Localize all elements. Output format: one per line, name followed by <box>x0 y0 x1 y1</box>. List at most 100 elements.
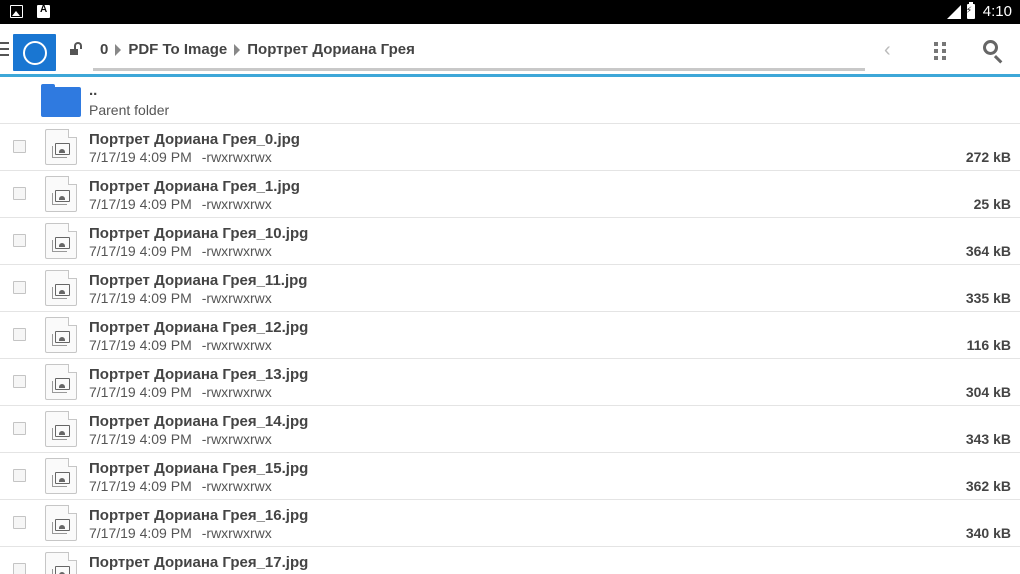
image-file-icon <box>45 270 77 306</box>
file-row[interactable]: Портрет Дориана Грея_10.jpg 7/17/19 4:09 … <box>0 218 1020 265</box>
image-file-icon <box>45 505 77 541</box>
file-size: 364 kB <box>965 243 1011 259</box>
file-meta: 7/17/19 4:09 PM -rwxrwxrwx <box>89 243 272 259</box>
file-name: Портрет Дориана Грея_12.jpg <box>89 319 309 336</box>
file-name: Портрет Дориана Грея_16.jpg <box>89 507 309 524</box>
circle-icon <box>22 40 47 65</box>
file-name: Портрет Дориана Грея_11.jpg <box>89 272 308 289</box>
select-checkbox[interactable] <box>13 563 26 574</box>
file-name: Портрет Дориана Грея_17.jpg <box>89 554 309 571</box>
file-name: Портрет Дориана Грея_14.jpg <box>89 413 309 430</box>
file-permissions: -rwxrwxrwx <box>201 290 272 306</box>
file-permissions: -rwxrwxrwx <box>201 337 272 353</box>
file-permissions: -rwxrwxrwx <box>201 431 272 447</box>
file-size: 272 kB <box>965 149 1011 165</box>
file-row[interactable]: Портрет Дориана Грея_11.jpg 7/17/19 4:09 … <box>0 265 1020 312</box>
file-name: Портрет Дориана Грея_1.jpg <box>89 178 300 195</box>
file-name: Портрет Дориана Грея_13.jpg <box>89 366 309 383</box>
file-meta: 7/17/19 4:09 PM -rwxrwxrwx <box>89 337 272 353</box>
image-file-icon <box>45 458 77 494</box>
file-size: 343 kB <box>965 431 1011 447</box>
select-checkbox[interactable] <box>13 140 26 153</box>
a-icon: A <box>37 4 50 18</box>
file-permissions: -rwxrwxrwx <box>201 525 272 541</box>
breadcrumb-scrollbar[interactable] <box>93 68 865 71</box>
file-meta: 7/17/19 4:09 PM -rwxrwxrwx <box>89 290 272 306</box>
system-icons: 4:10 <box>946 2 1012 20</box>
battery-charging-icon <box>966 2 975 19</box>
clock: 4:10 <box>982 3 1012 20</box>
file-size: 340 kB <box>965 525 1011 541</box>
toolbar: 0 PDF To Image Портрет Дориана Грея ‹ <box>0 24 1020 76</box>
file-row[interactable]: Портрет Дориана Грея_15.jpg 7/17/19 4:09 … <box>0 453 1020 500</box>
file-date: 7/17/19 4:09 PM <box>89 478 192 494</box>
notification-icons: A <box>10 4 50 18</box>
image-file-icon <box>45 223 77 259</box>
file-date: 7/17/19 4:09 PM <box>89 384 192 400</box>
file-meta: 7/17/19 4:09 PM -rwxrwxrwx <box>89 196 272 212</box>
more-options-icon[interactable] <box>934 42 946 60</box>
file-size: 25 kB <box>973 196 1011 212</box>
select-checkbox[interactable] <box>13 328 26 341</box>
file-date: 7/17/19 4:09 PM <box>89 337 192 353</box>
file-size: 335 kB <box>965 290 1011 306</box>
file-date: 7/17/19 4:09 PM <box>89 149 192 165</box>
file-row[interactable]: Портрет Дориана Грея_12.jpg 7/17/19 4:09 … <box>0 312 1020 359</box>
file-size: 116 kB <box>966 337 1011 353</box>
select-checkbox[interactable] <box>13 234 26 247</box>
file-permissions: -rwxrwxrwx <box>201 478 272 494</box>
breadcrumb-item-root[interactable]: 0 <box>100 41 108 58</box>
select-checkbox[interactable] <box>13 469 26 482</box>
file-meta: 7/17/19 4:09 PM -rwxrwxrwx <box>89 431 272 447</box>
search-icon[interactable] <box>983 40 1005 64</box>
file-row[interactable]: Портрет Дориана Грея_16.jpg 7/17/19 4:09 … <box>0 500 1020 547</box>
file-meta: 7/17/19 4:09 PM -rwxrwxrwx <box>89 525 272 541</box>
file-size: 362 kB <box>965 478 1011 494</box>
parent-folder-dots: .. <box>89 82 98 99</box>
select-checkbox[interactable] <box>13 281 26 294</box>
file-permissions: -rwxrwxrwx <box>201 149 272 165</box>
image-file-icon <box>45 176 77 212</box>
file-row[interactable]: Портрет Дориана Грея_1.jpg 7/17/19 4:09 P… <box>0 171 1020 218</box>
breadcrumb-item-pdf-to-image[interactable]: PDF To Image <box>128 41 227 58</box>
status-bar: A 4:10 <box>0 0 1020 24</box>
menu-icon[interactable] <box>0 42 9 56</box>
unlock-icon[interactable] <box>70 42 82 55</box>
file-row[interactable]: Портрет Дориана Грея_17.jpg <box>0 547 1020 574</box>
file-row[interactable]: Портрет Дориана Грея_14.jpg 7/17/19 4:09 … <box>0 406 1020 453</box>
chevron-right-icon <box>234 43 241 56</box>
file-permissions: -rwxrwxrwx <box>201 384 272 400</box>
back-icon[interactable]: ‹ <box>884 40 891 60</box>
a-icon-text: A <box>40 4 48 15</box>
breadcrumb-item-current[interactable]: Портрет Дориана Грея <box>247 41 415 58</box>
parent-folder-row[interactable]: .. Parent folder <box>0 77 1020 124</box>
folder-icon <box>41 84 81 117</box>
select-checkbox[interactable] <box>13 375 26 388</box>
app-logo-button[interactable] <box>13 34 56 71</box>
image-file-icon <box>45 129 77 165</box>
file-date: 7/17/19 4:09 PM <box>89 290 192 306</box>
chevron-right-icon <box>115 43 122 56</box>
file-permissions: -rwxrwxrwx <box>201 243 272 259</box>
select-checkbox[interactable] <box>13 422 26 435</box>
parent-folder-label: Parent folder <box>89 102 170 118</box>
image-file-icon <box>45 552 77 574</box>
select-checkbox[interactable] <box>13 187 26 200</box>
select-checkbox[interactable] <box>13 516 26 529</box>
file-date: 7/17/19 4:09 PM <box>89 431 192 447</box>
image-icon <box>10 5 23 18</box>
file-permissions: -rwxrwxrwx <box>201 196 272 212</box>
file-name: Портрет Дориана Грея_15.jpg <box>89 460 309 477</box>
file-size: 304 kB <box>965 384 1011 400</box>
breadcrumb: 0 PDF To Image Портрет Дориана Грея <box>100 41 415 58</box>
file-date: 7/17/19 4:09 PM <box>89 525 192 541</box>
file-list: .. Parent folder Портрет Дориана Грея_0.… <box>0 77 1020 574</box>
file-date: 7/17/19 4:09 PM <box>89 196 192 212</box>
file-row[interactable]: Портрет Дориана Грея_13.jpg 7/17/19 4:09 … <box>0 359 1020 406</box>
file-row[interactable]: Портрет Дориана Грея_0.jpg 7/17/19 4:09 P… <box>0 124 1020 171</box>
file-meta: 7/17/19 4:09 PM -rwxrwxrwx <box>89 384 272 400</box>
image-file-icon <box>45 411 77 447</box>
file-meta: 7/17/19 4:09 PM -rwxrwxrwx <box>89 478 272 494</box>
file-date: 7/17/19 4:09 PM <box>89 243 192 259</box>
file-name: Портрет Дориана Грея_0.jpg <box>89 131 300 148</box>
